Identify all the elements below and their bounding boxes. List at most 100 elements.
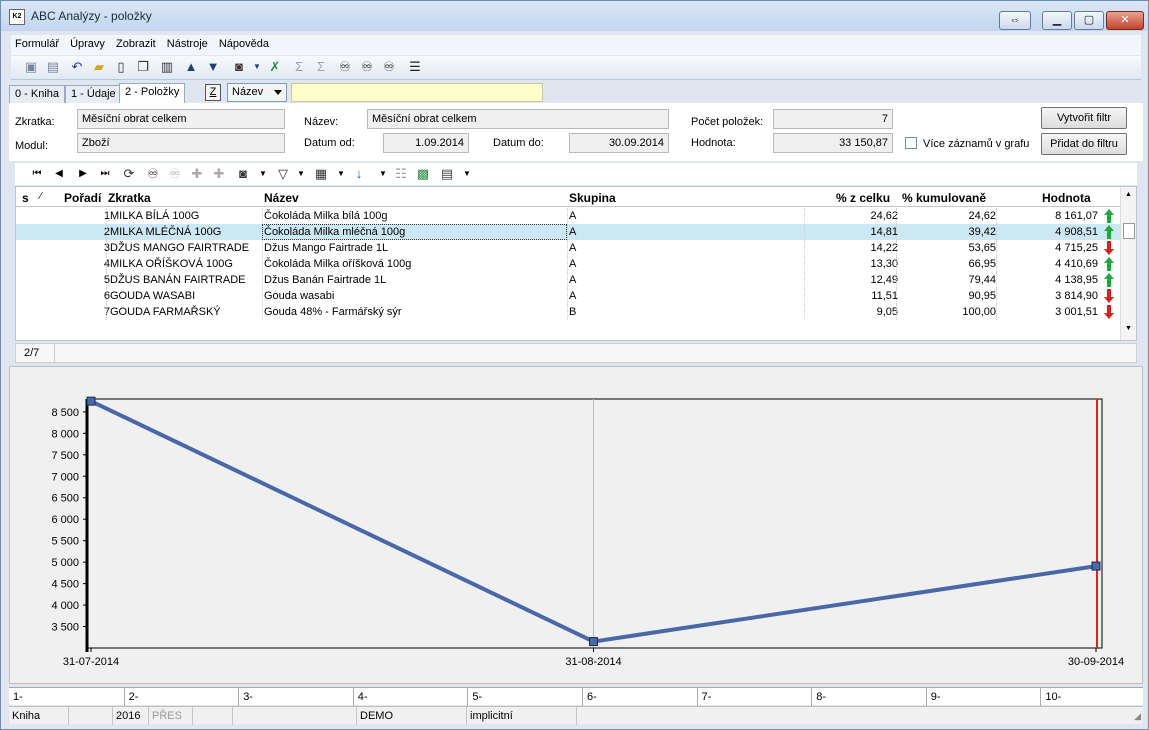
dropdown-arrow-icon[interactable]: ▼ — [293, 166, 309, 182]
dropdown-arrow-icon[interactable]: ▼ — [255, 166, 271, 182]
refresh-icon[interactable]: ⟳ — [121, 166, 137, 182]
prev-record-icon[interactable]: ◀ — [51, 166, 67, 182]
col-poradi[interactable]: Pořadí — [64, 191, 101, 205]
find-icon[interactable]: ♾ — [145, 166, 161, 182]
table-row[interactable]: 6 GOUDA WASABI Gouda wasabi A 11,51 90,95 3 81… — [16, 288, 1120, 304]
scale-tick: 8- — [811, 688, 925, 706]
minimize-button[interactable]: ▁ — [1042, 11, 1072, 30]
trend-up-icon — [1104, 273, 1114, 287]
maximize-button[interactable]: ▢ — [1074, 11, 1104, 30]
undo-icon[interactable]: ↶ — [69, 59, 85, 75]
col-nazev[interactable]: Název — [264, 191, 299, 205]
close-button[interactable]: ✕ — [1106, 11, 1144, 30]
resize-grip-icon[interactable]: ◢ — [1134, 711, 1141, 722]
cell-divider — [896, 224, 897, 240]
binoculars-next-icon[interactable]: ♾ — [359, 59, 375, 75]
copy-icon[interactable]: ❐ — [135, 59, 151, 75]
cell-pct: 12,49 — [870, 274, 898, 286]
report-icon[interactable]: ▤ — [439, 166, 455, 182]
pridat-do-filtru-button[interactable]: Přidat do filtru — [1041, 133, 1127, 155]
table-row[interactable]: 5 DŽUS BANÁN FAIRTRADE Džus Banán Fairtrad… — [16, 272, 1120, 288]
title-bar[interactable]: K2 ABC Analýzy - položky ⇔ ▁ ▢ ✕ — [1, 1, 1148, 31]
table-row[interactable]: 2 MILKA MLÉČNÁ 100G Čokoláda Milka mléčná … — [16, 224, 1120, 240]
cell-zkratka: DŽUS BANÁN FAIRTRADE — [110, 274, 246, 286]
pocet-field[interactable]: 7 — [773, 109, 893, 129]
col-pct[interactable]: % z celku — [836, 191, 890, 205]
modul-field[interactable]: Zboží — [77, 133, 285, 153]
menu-lines-icon[interactable]: ☰ — [407, 59, 423, 75]
next-record-icon[interactable]: ▶ — [75, 166, 91, 182]
first-record-icon[interactable]: ⏮ — [29, 166, 45, 182]
save-as-icon[interactable]: ▤ — [45, 59, 61, 75]
table-row[interactable]: 4 MILKA OŘÍŠKOVÁ 100G Čokoláda Milka oříšk… — [16, 256, 1120, 272]
datum-od-field[interactable]: 1.09.2014 — [383, 133, 469, 153]
tab-polozky[interactable]: 2 - Položky — [119, 83, 186, 103]
col-s[interactable]: s — [22, 191, 29, 205]
book-icon[interactable]: ▥ — [159, 59, 175, 75]
col-skupina[interactable]: Skupina — [569, 191, 616, 205]
tab-kniha[interactable]: 0 - Kniha — [9, 85, 66, 103]
cell-divider — [106, 256, 107, 272]
new-document-icon[interactable]: ▯ — [113, 59, 129, 75]
vice-zaznamu-checkbox[interactable] — [905, 137, 917, 149]
cell-pct: 14,22 — [870, 242, 898, 254]
x-tick-label: 30-09-2014 — [1068, 656, 1124, 668]
nazev-field[interactable]: Měsíční obrat celkem — [367, 109, 669, 129]
open-folder-icon[interactable]: ▰ — [91, 59, 107, 75]
grid-scrollbar[interactable]: ▲ ▼ — [1120, 187, 1136, 340]
tab-udaje[interactable]: 1 - Údaje — [65, 85, 122, 103]
dropdown-arrow-icon[interactable]: ▼ — [375, 166, 391, 182]
sort-field-select[interactable]: Název — [227, 83, 287, 102]
dropdown-arrow-icon[interactable]: ▼ — [333, 166, 349, 182]
excel-icon[interactable]: ✗ — [267, 59, 283, 75]
menu-upravy[interactable]: Úpravy — [66, 35, 109, 50]
sort-az-icon[interactable]: ↓ — [351, 166, 367, 182]
menu-nastroje[interactable]: Nástroje — [163, 35, 212, 50]
camera-icon[interactable]: ◙ — [235, 166, 251, 182]
columns-icon[interactable]: ▦ — [313, 166, 329, 182]
dropdown-arrow-icon[interactable]: ▼ — [249, 59, 265, 75]
sort-z-button[interactable]: Z — [205, 84, 221, 101]
hodnota-field[interactable]: 33 150,87 — [773, 133, 893, 153]
col-kum[interactable]: % kumulovaně — [902, 191, 986, 205]
table-row[interactable]: 1 MILKA BÍLÁ 100G Čokoláda Milka bílá 100g… — [16, 208, 1120, 224]
cell-hodnota: 3 814,90 — [1055, 290, 1098, 302]
table-row[interactable]: 3 DŽUS MANGO FAIRTRADE Džus Mango Fairtrad… — [16, 240, 1120, 256]
cell-kum: 39,42 — [968, 226, 996, 238]
binoculars-prev-icon[interactable]: ♾ — [381, 59, 397, 75]
binoculars-icon[interactable]: ♾ — [337, 59, 353, 75]
scroll-thumb[interactable] — [1123, 223, 1135, 239]
arrow-up-icon[interactable]: ▲ — [183, 59, 199, 75]
cell-divider — [996, 272, 997, 288]
menu-formular[interactable]: Formulář — [11, 35, 63, 50]
menu-napoveda[interactable]: Nápověda — [215, 35, 273, 50]
cell-divider — [896, 256, 897, 272]
bottom-scale: 1- 2- 3- 4- 5- 6- 7- 8- 9- 10- — [9, 687, 1143, 706]
menu-zobrazit[interactable]: Zobrazit — [112, 35, 160, 50]
scroll-down-icon[interactable]: ▼ — [1125, 325, 1132, 332]
datum-do-field[interactable]: 30.09.2014 — [569, 133, 669, 153]
camera-icon[interactable]: ◙ — [231, 59, 247, 75]
zkratka-field[interactable]: Měsíční obrat celkem — [77, 109, 285, 129]
cell-hodnota: 8 161,07 — [1055, 210, 1098, 222]
restore-layout-button[interactable]: ⇔ — [999, 11, 1031, 30]
last-record-icon[interactable]: ⏭ — [97, 166, 113, 182]
cell-divider — [262, 256, 263, 272]
arrow-down-icon[interactable]: ▼ — [205, 59, 221, 75]
cell-divider — [896, 272, 897, 288]
cell-kum: 66,95 — [968, 258, 996, 270]
col-hodnota[interactable]: Hodnota — [1042, 191, 1091, 205]
save-icon[interactable]: ▣ — [23, 59, 39, 75]
col-zkratka[interactable]: Zkratka — [108, 191, 151, 205]
filter-icon[interactable]: ▽ — [275, 166, 291, 182]
excel-export-icon[interactable]: ▩ — [415, 166, 431, 182]
cell-nazev: Gouda wasabi — [264, 290, 335, 302]
dropdown-arrow-icon[interactable]: ▼ — [459, 166, 475, 182]
cell-zkratka: DŽUS MANGO FAIRTRADE — [110, 242, 250, 254]
scroll-up-icon[interactable]: ▲ — [1125, 191, 1132, 198]
table-row[interactable]: 7 GOUDA FARMAŘSKÝ Gouda 48% - Farmářský sý… — [16, 304, 1120, 320]
vytvorit-filtr-button[interactable]: Vytvořit filtr — [1041, 107, 1127, 129]
quick-search-input[interactable] — [291, 83, 543, 102]
list-icon[interactable]: ☷ — [393, 166, 409, 182]
cell-divider — [262, 240, 263, 256]
